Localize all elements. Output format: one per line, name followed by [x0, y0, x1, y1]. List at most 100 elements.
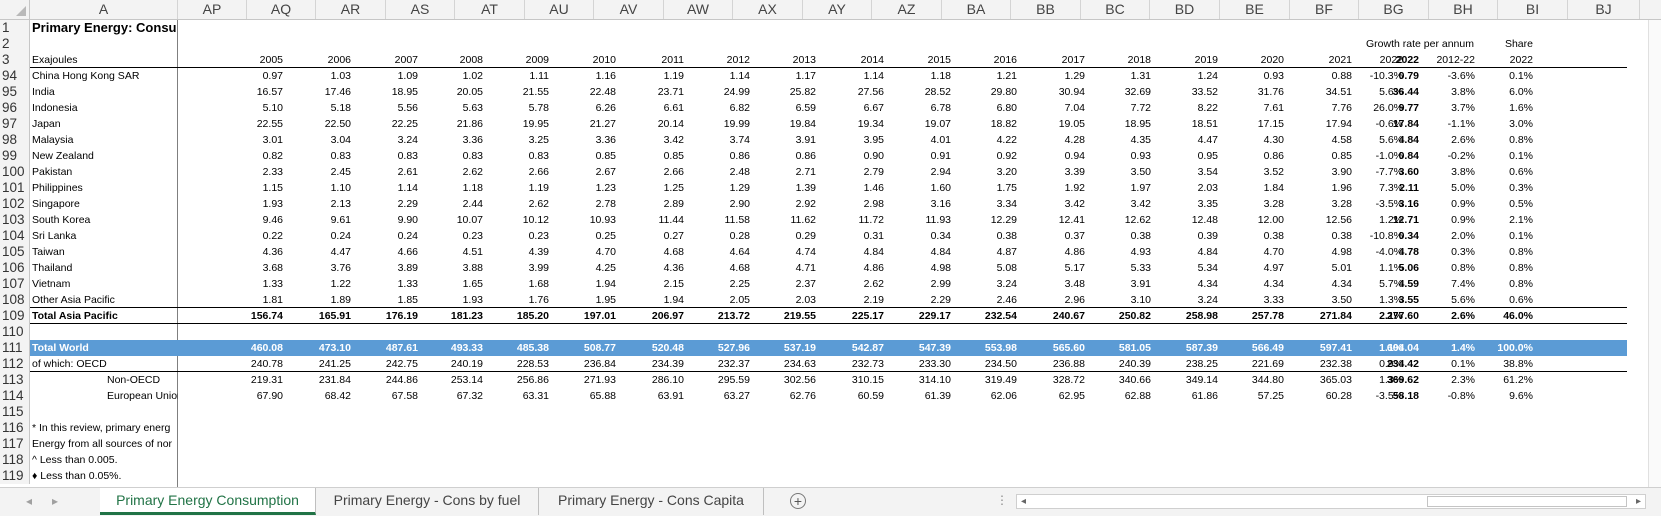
column-header-at[interactable]: AT	[455, 0, 525, 19]
value-cell[interactable]: -3.6%	[1407, 68, 1479, 84]
row-number[interactable]: 110	[0, 324, 30, 340]
value-cell[interactable]: 67.90	[212, 388, 287, 404]
value-cell[interactable]: -0.2%	[1407, 148, 1479, 164]
row-number[interactable]: 106	[0, 260, 30, 276]
value-cell[interactable]: 3.39	[1021, 164, 1089, 180]
value-cell[interactable]: 3.91	[754, 132, 820, 148]
value-cell[interactable]: 1.6%	[1479, 100, 1537, 116]
value-cell[interactable]: 271.93	[553, 372, 620, 388]
value-cell[interactable]: 219.55	[754, 308, 820, 324]
value-cell[interactable]: 3.16	[888, 196, 955, 212]
value-cell[interactable]: 176.19	[355, 308, 422, 324]
value-cell[interactable]: 244.86	[355, 372, 422, 388]
value-cell[interactable]: 38.8%	[1479, 356, 1537, 372]
value-cell[interactable]: 0.3%	[1407, 244, 1479, 260]
value-cell[interactable]: 22.55	[212, 116, 287, 132]
value-cell[interactable]: 3.88	[422, 260, 487, 276]
value-cell[interactable]: 2.37	[754, 276, 820, 292]
value-cell[interactable]: 2.96	[1021, 292, 1089, 308]
value-cell[interactable]: 4.01	[888, 132, 955, 148]
column-header-bd[interactable]: BD	[1150, 0, 1220, 19]
vertical-scrollbar[interactable]	[1648, 20, 1661, 487]
value-cell[interactable]: 2019	[1155, 52, 1222, 68]
value-cell[interactable]: 2.46	[955, 292, 1021, 308]
value-cell[interactable]: 1.3%	[1329, 372, 1407, 388]
value-cell[interactable]: 1.17	[754, 68, 820, 84]
value-cell[interactable]: 295.59	[688, 372, 754, 388]
value-cell[interactable]: 1.2%	[1329, 212, 1407, 228]
value-cell[interactable]: 2.13	[287, 196, 355, 212]
row-label[interactable]: ^ Less than 0.005.	[30, 452, 178, 468]
value-cell[interactable]: -1.1%	[1407, 116, 1479, 132]
value-cell[interactable]: 231.84	[287, 372, 355, 388]
value-cell[interactable]: 1.23	[553, 180, 620, 196]
value-cell[interactable]: 3.24	[1155, 292, 1222, 308]
value-cell[interactable]: 0.23	[487, 228, 553, 244]
value-cell[interactable]: 0.86	[1222, 148, 1288, 164]
value-cell[interactable]: 0.9%	[1407, 196, 1479, 212]
value-cell[interactable]: 232.73	[820, 356, 888, 372]
value-cell[interactable]: 2.29	[888, 292, 955, 308]
value-cell[interactable]: 5.33	[1089, 260, 1155, 276]
value-cell[interactable]: 2009	[487, 52, 553, 68]
value-cell[interactable]: 4.68	[620, 244, 688, 260]
value-cell[interactable]: 2.92	[754, 196, 820, 212]
value-cell[interactable]: 0.1%	[1479, 228, 1537, 244]
value-cell[interactable]: 2.1%	[1479, 212, 1537, 228]
value-cell[interactable]: 4.34	[1222, 276, 1288, 292]
value-cell[interactable]: 61.39	[888, 388, 955, 404]
value-cell[interactable]: 62.06	[955, 388, 1021, 404]
value-cell[interactable]: 11.93	[888, 212, 955, 228]
row-label[interactable]: Indonesia	[30, 100, 178, 116]
column-header-ar[interactable]: AR	[316, 0, 386, 19]
value-cell[interactable]: 1.46	[820, 180, 888, 196]
column-header-bb[interactable]: BB	[1011, 0, 1081, 19]
value-cell[interactable]: 6.67	[820, 100, 888, 116]
row-number[interactable]: 105	[0, 244, 30, 260]
value-cell[interactable]: 4.84	[1155, 244, 1222, 260]
value-cell[interactable]: 520.48	[620, 340, 688, 356]
row-number[interactable]: 114	[0, 388, 30, 404]
value-cell[interactable]: 3.36	[422, 132, 487, 148]
scroll-left-icon[interactable]: ◂	[1021, 495, 1026, 508]
value-cell[interactable]: 0.23	[422, 228, 487, 244]
row-number[interactable]: 102	[0, 196, 30, 212]
value-cell[interactable]: 4.70	[553, 244, 620, 260]
value-cell[interactable]: 4.68	[688, 260, 754, 276]
value-cell[interactable]: 1.16	[553, 68, 620, 84]
value-cell[interactable]: 5.10	[212, 100, 287, 116]
value-cell[interactable]: 3.99	[487, 260, 553, 276]
value-cell[interactable]: 1.21	[955, 68, 1021, 84]
value-cell[interactable]: 0.86	[754, 148, 820, 164]
value-cell[interactable]: 63.31	[487, 388, 553, 404]
value-cell[interactable]: 487.61	[355, 340, 422, 356]
value-cell[interactable]: 242.75	[355, 356, 422, 372]
value-cell[interactable]: 3.01	[212, 132, 287, 148]
value-cell[interactable]: 4.35	[1089, 132, 1155, 148]
value-cell[interactable]: 197.01	[553, 308, 620, 324]
value-cell[interactable]: -3.5%	[1329, 196, 1407, 212]
value-cell[interactable]: 4.47	[1155, 132, 1222, 148]
value-cell[interactable]: 1.97	[1089, 180, 1155, 196]
value-cell[interactable]: 2015	[888, 52, 955, 68]
value-cell[interactable]: 256.86	[487, 372, 553, 388]
value-cell[interactable]: 0.24	[287, 228, 355, 244]
value-cell[interactable]: 0.85	[553, 148, 620, 164]
value-cell[interactable]: 2.03	[754, 292, 820, 308]
value-cell[interactable]: 5.18	[287, 100, 355, 116]
value-cell[interactable]: 12.48	[1155, 212, 1222, 228]
value-cell[interactable]: 22.48	[553, 84, 620, 100]
value-cell[interactable]: 0.83	[287, 148, 355, 164]
value-cell[interactable]: 4.30	[1222, 132, 1288, 148]
value-cell[interactable]: 61.86	[1155, 388, 1222, 404]
value-cell[interactable]: 2017	[1021, 52, 1089, 68]
row-label[interactable]: South Korea	[30, 212, 178, 228]
value-cell[interactable]: 0.6%	[1479, 164, 1537, 180]
row-label[interactable]: Taiwan	[30, 244, 178, 260]
row-number[interactable]: 108	[0, 292, 30, 308]
value-cell[interactable]: 1.29	[1021, 68, 1089, 84]
value-cell[interactable]: 3.42	[620, 132, 688, 148]
value-cell[interactable]: 28.52	[888, 84, 955, 100]
value-cell[interactable]: 21.55	[487, 84, 553, 100]
value-cell[interactable]: 5.08	[955, 260, 1021, 276]
